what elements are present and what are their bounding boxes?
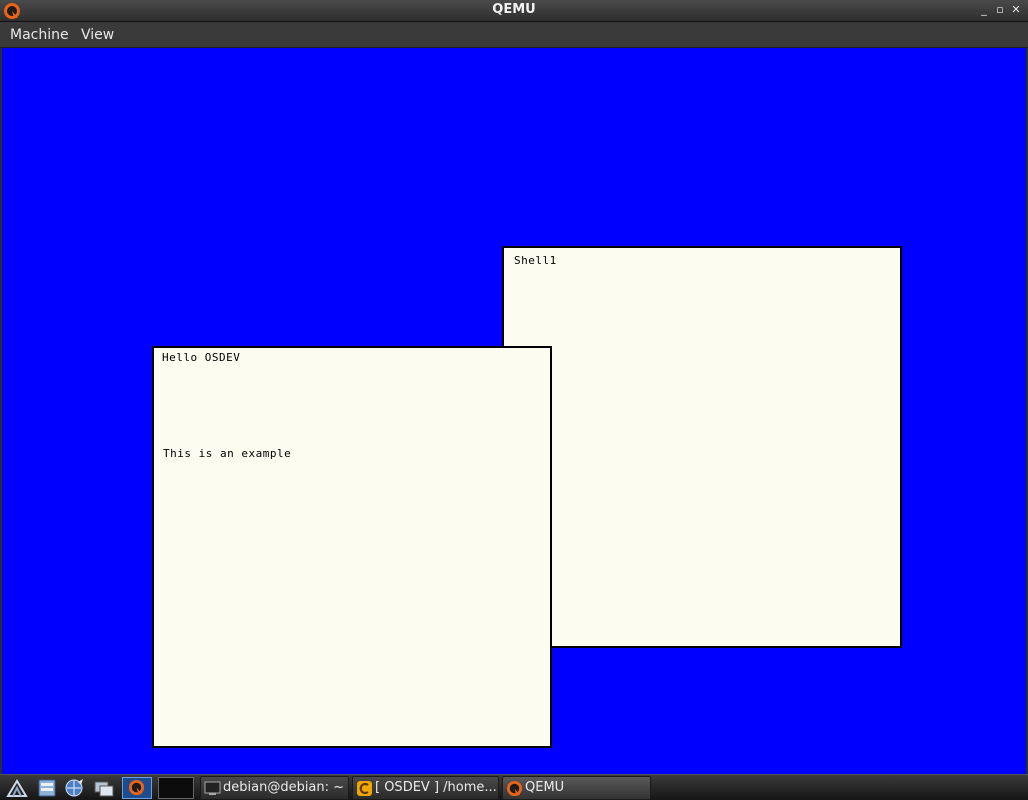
window-titlebar[interactable]: QEMU _ ▫ ✕ — [0, 0, 1028, 22]
file-manager-icon[interactable] — [36, 778, 58, 798]
qemu-window: QEMU _ ▫ ✕ Machine View Shell1 Hello OSD… — [0, 0, 1028, 774]
guest-window-body-text: This is an example — [163, 447, 292, 460]
workspace-1[interactable] — [122, 777, 152, 799]
qemu-icon — [506, 780, 523, 797]
qemu-icon — [128, 779, 145, 796]
minimize-button[interactable]: _ — [976, 2, 992, 18]
show-desktop-icon[interactable] — [93, 778, 115, 798]
taskbar-task-terminal[interactable]: debian@debian: ~ — [200, 776, 349, 800]
close-button[interactable]: ✕ — [1008, 2, 1024, 18]
window-title: QEMU — [492, 2, 536, 17]
guest-display[interactable]: Shell1 Hello OSDEV This is an example — [2, 48, 1026, 774]
taskbar-task-editor[interactable]: [ OSDEV ] /home... — [352, 776, 499, 800]
taskbar-task-qemu[interactable]: QEMU — [502, 776, 651, 800]
web-browser-icon[interactable] — [63, 778, 85, 798]
workspace-2[interactable] — [158, 777, 194, 799]
menu-machine[interactable]: Machine — [10, 26, 69, 44]
start-menu-icon[interactable] — [6, 778, 28, 798]
taskbar-task-label: [ OSDEV ] /home... — [375, 780, 497, 795]
guest-window-shell[interactable]: Shell1 — [502, 246, 902, 648]
guest-window-title: Hello OSDEV — [162, 351, 241, 364]
taskbar-task-label: QEMU — [525, 780, 565, 795]
taskbar: debian@debian: ~ [ OSDEV ] /home... QEMU — [0, 774, 1028, 800]
editor-c-icon — [357, 781, 372, 796]
maximize-button[interactable]: ▫ — [992, 2, 1008, 18]
terminal-icon — [204, 781, 221, 795]
guest-window-title: Shell1 — [514, 254, 557, 267]
menubar: Machine View — [0, 22, 1028, 48]
menu-view[interactable]: View — [81, 26, 114, 44]
taskbar-task-label: debian@debian: ~ — [223, 780, 345, 795]
guest-window-hello[interactable]: Hello OSDEV This is an example — [152, 346, 552, 748]
